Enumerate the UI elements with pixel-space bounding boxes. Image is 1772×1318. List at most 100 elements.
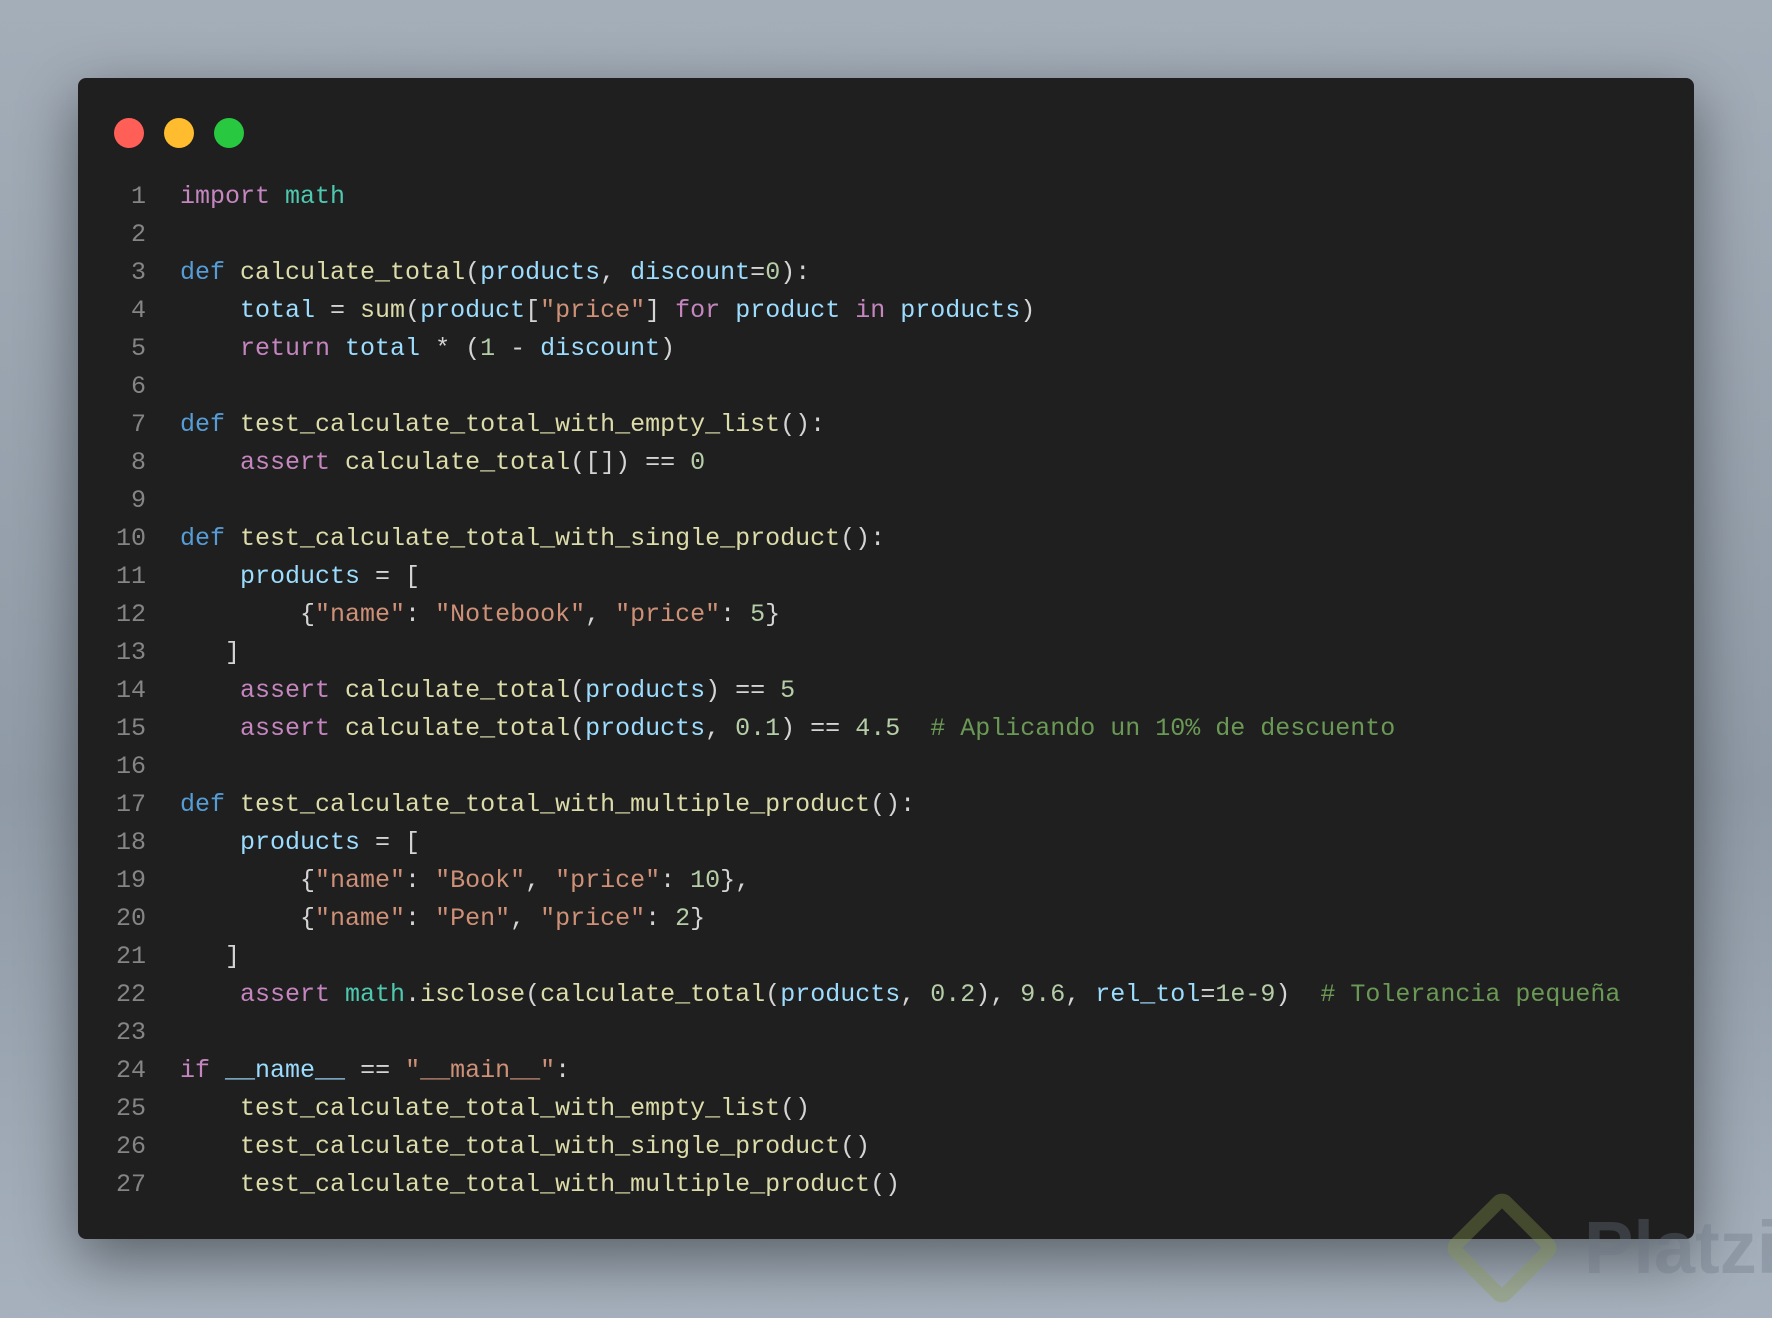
code-token: ([]) ==: [570, 448, 691, 477]
code-token: ]: [180, 942, 241, 971]
code-token: ) ==: [705, 676, 781, 705]
code-token: return: [240, 334, 331, 363]
code-token: "Notebook": [435, 600, 586, 629]
line-number: 26: [115, 1132, 146, 1161]
code-token: rel_tol: [1095, 980, 1201, 1009]
code-line: 25 test_calculate_total_with_empty_list(…: [78, 1090, 1620, 1128]
code-token: calculate_total: [240, 258, 466, 287]
code-token: :: [405, 600, 436, 629]
code-token: [: [525, 296, 541, 325]
code-text: products = [: [180, 824, 420, 862]
code-token: 0: [690, 448, 706, 477]
code-token: def: [180, 410, 226, 439]
code-token: test_calculate_total_with_single_product: [240, 1132, 841, 1161]
code-token: ,: [600, 258, 631, 287]
code-token: 0.1: [735, 714, 781, 743]
code-token: assert: [240, 448, 331, 477]
code-token: total: [345, 334, 421, 363]
code-token: test_calculate_total_with_empty_list: [240, 1094, 781, 1123]
code-token: "price": [555, 866, 661, 895]
line-number: 25: [115, 1094, 146, 1123]
line-number: 27: [115, 1170, 146, 1199]
code-token: assert: [240, 676, 331, 705]
code-token: isclose: [420, 980, 526, 1009]
code-token: sum: [360, 296, 406, 325]
line-number: 17: [115, 790, 146, 819]
code-token: (): [780, 1094, 811, 1123]
code-token: (): [870, 1170, 901, 1199]
code-token: if: [180, 1056, 211, 1085]
minimize-dot-icon[interactable]: [164, 118, 194, 148]
code-token: "price": [540, 296, 646, 325]
code-token: -: [495, 334, 541, 363]
line-number: 23: [115, 1018, 146, 1047]
code-line: 3 def calculate_total(products, discount=…: [78, 254, 1620, 292]
line-number: 8: [130, 448, 146, 477]
line-number: 11: [115, 562, 146, 591]
code-token: discount: [540, 334, 661, 363]
code-text: test_calculate_total_with_single_product…: [180, 1128, 870, 1166]
code-token: ():: [870, 790, 916, 819]
code-text: assert math.isclose(calculate_total(prod…: [180, 976, 1620, 1014]
code-text: ]: [180, 938, 240, 976]
code-token: import: [180, 182, 271, 211]
code-token: "name": [315, 904, 406, 933]
code-token: test_calculate_total_with_single_product: [240, 524, 841, 553]
code-line: 27 test_calculate_total_with_multiple_pr…: [78, 1166, 1620, 1204]
code-token: (: [465, 258, 481, 287]
platzi-logo-icon: [1442, 1188, 1562, 1307]
line-number: 19: [115, 866, 146, 895]
code-token: assert: [240, 980, 331, 1009]
line-number: 10: [115, 524, 146, 553]
code-token: }: [765, 600, 781, 629]
code-token: products: [585, 676, 706, 705]
code-line: 5 return total * (1 - discount): [78, 330, 1620, 368]
code-token: :: [720, 600, 751, 629]
code-block: 1 import math 2 3 def calculate_total(produc…: [78, 178, 1620, 1204]
code-token: ,: [525, 866, 556, 895]
code-token: :: [555, 1056, 571, 1085]
code-token: ):: [780, 258, 811, 287]
code-token: 4.5: [855, 714, 901, 743]
code-line: 4 total = sum(product["price"] for produ…: [78, 292, 1620, 330]
code-token: "name": [315, 600, 406, 629]
code-token: "price": [615, 600, 721, 629]
code-token: ():: [780, 410, 826, 439]
close-dot-icon[interactable]: [114, 118, 144, 148]
line-number: 7: [130, 410, 146, 439]
code-line: 8 assert calculate_total([]) == 0: [78, 444, 1620, 482]
code-text: total = sum(product["price"] for product…: [180, 292, 1035, 330]
line-number: 20: [115, 904, 146, 933]
maximize-dot-icon[interactable]: [214, 118, 244, 148]
code-text: {"name": "Book", "price": 10},: [180, 862, 750, 900]
code-token: ():: [840, 524, 886, 553]
code-text: def test_calculate_total_with_empty_list…: [180, 406, 825, 444]
code-text: assert calculate_total(products) == 5: [180, 672, 795, 710]
code-token: ,: [900, 980, 931, 1009]
code-token: (: [525, 980, 541, 1009]
code-token: products: [900, 296, 1021, 325]
code-line: 19 {"name": "Book", "price": 10},: [78, 862, 1620, 900]
code-token: ,: [1065, 980, 1096, 1009]
code-line: 11 products = [: [78, 558, 1620, 596]
line-number: 16: [115, 752, 146, 781]
code-token: ): [1020, 296, 1036, 325]
code-line: 6: [78, 368, 1620, 406]
code-text: return total * (1 - discount): [180, 330, 675, 368]
code-text: def calculate_total(products, discount=0…: [180, 254, 810, 292]
code-token: "price": [540, 904, 646, 933]
line-number: 1: [130, 182, 146, 211]
code-text: def test_calculate_total_with_single_pro…: [180, 520, 885, 558]
code-token: }: [690, 904, 706, 933]
line-number: 12: [115, 600, 146, 629]
